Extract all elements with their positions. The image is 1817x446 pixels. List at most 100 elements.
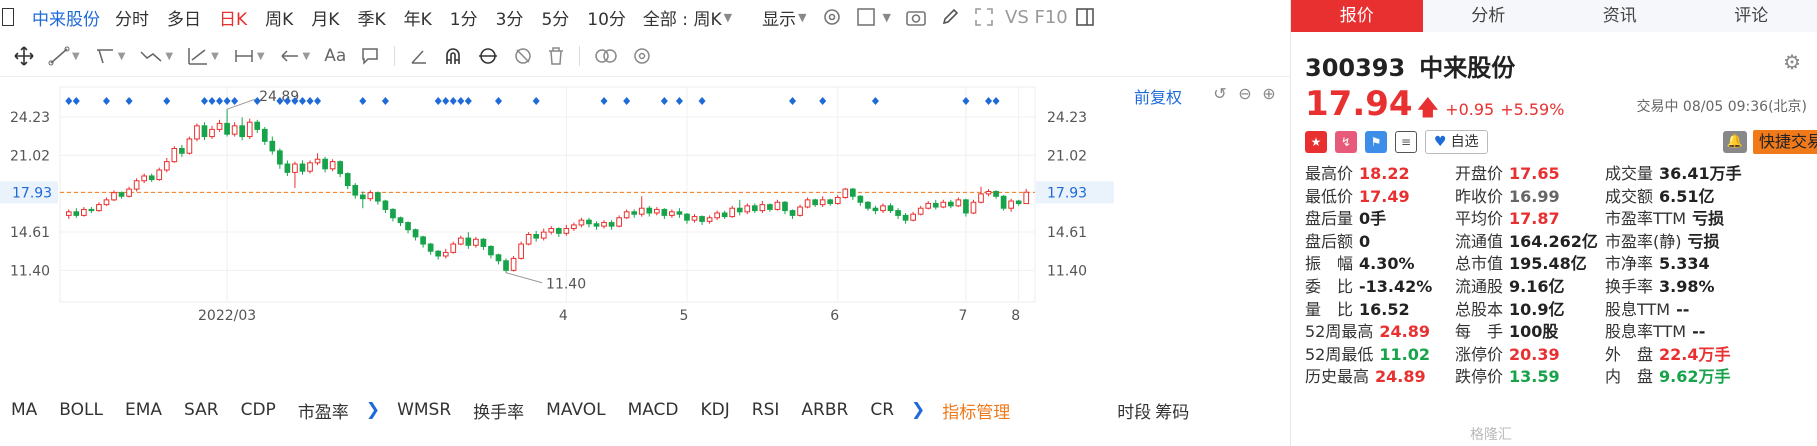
wave-tool-icon[interactable]: ▼: [139, 46, 173, 66]
indicator-rsi[interactable]: RSI: [741, 400, 791, 420]
document-icon[interactable]: ≡: [1395, 131, 1417, 153]
zoom-in-icon[interactable]: ⊕: [1259, 84, 1279, 104]
layout-square-icon[interactable]: [855, 6, 877, 28]
candle-body: [420, 236, 426, 245]
indicator-macd[interactable]: MACD: [617, 400, 690, 420]
candle-body: [548, 228, 555, 233]
indicator-ma[interactable]: MA: [0, 400, 48, 420]
trash-icon[interactable]: [547, 46, 565, 66]
tab-3min[interactable]: 3分: [487, 5, 533, 30]
stat-value: 17.87: [1509, 209, 1560, 229]
hide-drawing-icon[interactable]: [513, 46, 533, 66]
comment-tool-icon[interactable]: [360, 46, 380, 66]
candle-body: [669, 211, 675, 216]
chip-distribution-link[interactable]: 筹码: [1153, 398, 1191, 423]
pencil-icon[interactable]: [939, 6, 961, 28]
y-tick-label-left: 14.61: [10, 225, 50, 241]
candle-body: [322, 158, 328, 170]
tab-1min[interactable]: 1分: [441, 5, 487, 30]
margin-trading-icon[interactable]: ↯: [1335, 131, 1357, 153]
chart-settings-icon[interactable]: [632, 46, 652, 66]
tab-monthly-k[interactable]: 月K: [302, 5, 348, 30]
fullscreen-icon[interactable]: [973, 6, 995, 28]
move-icon[interactable]: [14, 46, 34, 66]
tab-yearly-k[interactable]: 年K: [395, 5, 441, 30]
tab-comments[interactable]: 评论: [1686, 0, 1817, 32]
stat-label: 跌停价: [1455, 367, 1504, 387]
lock-drawing-icon[interactable]: [477, 46, 499, 66]
chevron-right-icon[interactable]: ❯: [360, 400, 386, 420]
angle-tool-icon[interactable]: [409, 46, 429, 66]
tab-multi-day[interactable]: 多日: [158, 5, 210, 30]
candle-body: [277, 150, 283, 165]
stat-cell: 总市值 195.48亿: [1455, 250, 1587, 274]
add-watchlist-button[interactable]: ♥ 自选: [1425, 130, 1488, 154]
text-tool-icon[interactable]: Aa: [324, 46, 346, 66]
indicator-kdj[interactable]: KDJ: [690, 400, 741, 420]
indicator-cr[interactable]: CR: [859, 400, 905, 420]
event-marker: [789, 97, 797, 105]
fib-tool-icon[interactable]: ▼: [187, 46, 219, 66]
indicator-ema[interactable]: EMA: [114, 400, 173, 420]
indicator-wmsr[interactable]: WMSR: [386, 400, 462, 420]
tab-10min[interactable]: 10分: [578, 5, 635, 30]
panel-toggle-icon[interactable]: [2, 8, 14, 26]
candle-body: [895, 210, 901, 216]
tag-icon[interactable]: ⚑: [1365, 131, 1387, 153]
indicator-turnover[interactable]: 换手率: [462, 398, 535, 423]
tab-daily-k[interactable]: 日K: [210, 5, 256, 30]
indicator-arbr[interactable]: ARBR: [790, 400, 859, 420]
chevron-down-icon[interactable]: ▼: [883, 11, 891, 24]
stat-value: 22.4万手: [1659, 344, 1731, 364]
bell-icon[interactable]: 🔔: [1723, 131, 1747, 153]
time-period-link[interactable]: 时段: [1115, 398, 1153, 423]
candle-body: [412, 229, 419, 238]
kline-chart-svg[interactable]: 24.23 24.23 21.02 21.02 14.61 14.61 11.40 11.40…: [0, 77, 1290, 387]
tab-analysis[interactable]: 分析: [1423, 0, 1555, 32]
trading-status: 交易中 08/05 09:36(北京): [1636, 99, 1807, 115]
tab-quote[interactable]: 报价: [1291, 0, 1423, 32]
gear-icon[interactable]: ⚙: [1783, 50, 1801, 74]
indicator-cdp[interactable]: CDP: [230, 400, 287, 420]
stat-label: 总股本: [1455, 299, 1504, 319]
chevron-right-icon[interactable]: ❯: [905, 400, 931, 420]
tab-news[interactable]: 资讯: [1554, 0, 1686, 32]
candle-body: [865, 201, 871, 209]
reset-icon[interactable]: ↺: [1210, 84, 1230, 104]
magnet-icon[interactable]: [443, 46, 463, 66]
measure-tool-icon[interactable]: ▼: [233, 46, 265, 66]
quick-trade-button[interactable]: 快捷交易: [1753, 130, 1817, 154]
price-adjust-link[interactable]: 前复权: [1134, 84, 1182, 108]
sidebar-toggle-icon[interactable]: [1074, 6, 1096, 28]
settings-icon[interactable]: [821, 6, 843, 28]
candle-body: [314, 158, 321, 164]
candle-body: [284, 163, 291, 173]
indicator-mavol[interactable]: MAVOL: [535, 400, 616, 420]
kline-chart[interactable]: 24.23 24.23 21.02 21.02 14.61 14.61 11.40 11.40…: [0, 77, 1290, 387]
compare-icon[interactable]: [594, 46, 618, 66]
camera-icon[interactable]: [905, 6, 927, 28]
indicator-sar[interactable]: SAR: [173, 400, 230, 420]
display-select[interactable]: 显示 ▼: [754, 5, 814, 30]
candle-body: [540, 231, 547, 239]
stat-label: 内 盘: [1605, 367, 1654, 387]
indicator-manage-button[interactable]: 指标管理: [931, 398, 1021, 423]
stock-name-link[interactable]: 中来股份: [14, 5, 106, 30]
channel-tool-icon[interactable]: ▼: [94, 46, 125, 66]
indicator-boll[interactable]: BOLL: [48, 400, 114, 420]
zoom-out-icon[interactable]: ⊖: [1235, 84, 1255, 104]
line-tool-icon[interactable]: ▼: [48, 46, 80, 66]
indicator-pe[interactable]: 市盈率: [287, 398, 360, 423]
event-marker: [464, 97, 472, 105]
candle-body: [488, 245, 494, 256]
tab-5min[interactable]: 5分: [532, 5, 578, 30]
tab-quarterly-k[interactable]: 季K: [348, 5, 394, 30]
arrow-tool-icon[interactable]: ▼: [279, 46, 310, 66]
vs-f10-label[interactable]: VS F10: [1005, 7, 1068, 28]
tab-weekly-k[interactable]: 周K: [256, 5, 302, 30]
candle-body: [457, 237, 464, 245]
stat-label: 股息率TTM: [1605, 322, 1687, 342]
tab-intraday[interactable]: 分时: [106, 5, 158, 30]
period-select[interactable]: 全部 : 周K ▼: [635, 5, 740, 30]
stat-label: 盘后量: [1305, 209, 1354, 229]
